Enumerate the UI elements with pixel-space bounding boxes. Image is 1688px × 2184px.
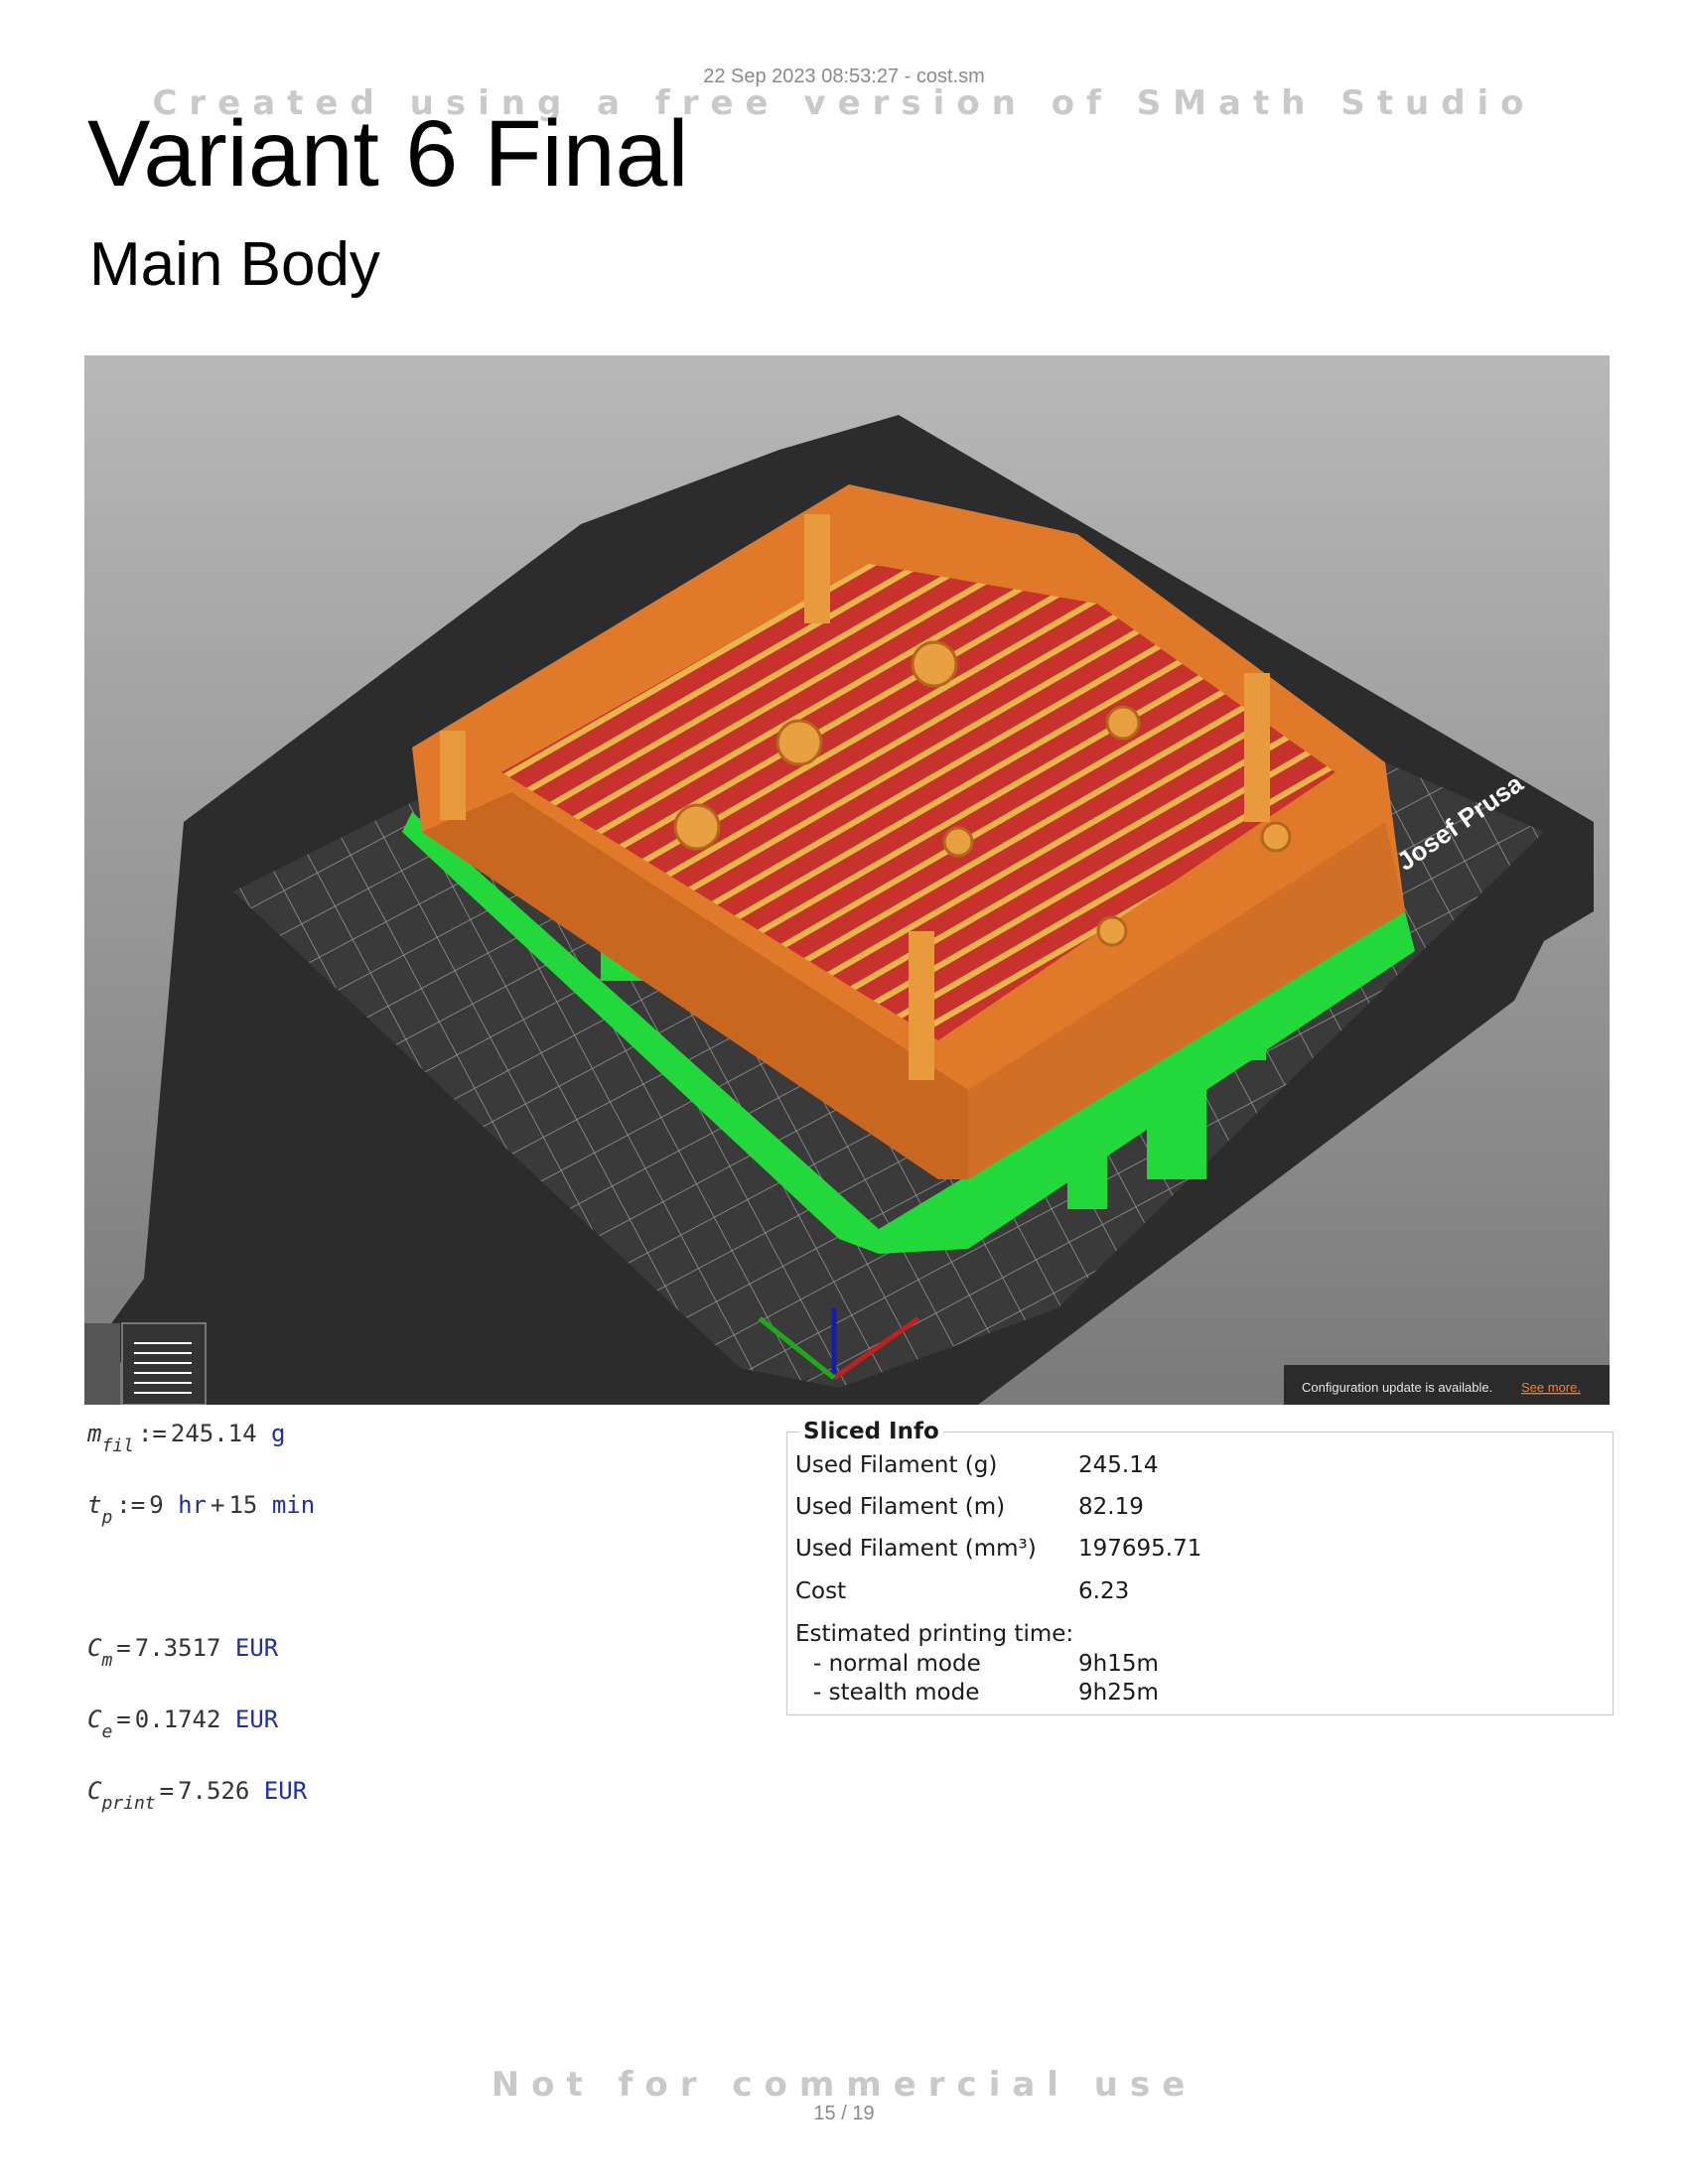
- value-minutes: 15: [228, 1491, 258, 1519]
- var-C: C: [87, 1706, 102, 1733]
- row-value: 9h15m: [1078, 1651, 1159, 1677]
- view-3d-button: [84, 1323, 120, 1405]
- var-C: C: [87, 1634, 102, 1662]
- page-title: Variant 6 Final: [87, 101, 689, 206]
- row-label: Used Filament (m): [795, 1494, 1006, 1520]
- notification-text: Configuration update is available.: [1302, 1380, 1492, 1395]
- unit: EUR: [234, 1634, 279, 1662]
- sub-e: e: [101, 1721, 113, 1742]
- mass-filament-definition: mfil:= 245.14 g: [87, 1420, 285, 1456]
- var-C: C: [87, 1777, 102, 1805]
- row-label: - normal mode: [813, 1651, 981, 1677]
- equals-operator: =: [116, 1634, 131, 1662]
- row-value: 82.19: [1078, 1494, 1144, 1520]
- sliced-info-panel: Sliced Info Used Filament (g) 245.14 Use…: [786, 1419, 1614, 1715]
- sliced-info-title: Sliced Info: [799, 1419, 943, 1444]
- assign-operator: :=: [137, 1420, 167, 1447]
- unit: EUR: [234, 1706, 279, 1733]
- row-label: - stealth mode: [813, 1680, 980, 1706]
- row-label: Used Filament (mm³): [795, 1536, 1037, 1562]
- unit: g: [271, 1420, 286, 1447]
- var-t: t: [87, 1491, 102, 1519]
- material-cost-result: Cm = 7.3517 EUR: [87, 1634, 278, 1671]
- equals-operator: =: [159, 1777, 175, 1805]
- plus-operator: +: [211, 1491, 225, 1519]
- equals-operator: =: [116, 1706, 131, 1733]
- energy-cost-result: Ce = 0.1742 EUR: [87, 1706, 278, 1742]
- slicer-preview-image: Josef Prusa Configuration update is avai…: [84, 355, 1610, 1405]
- value: 7.3517: [134, 1634, 221, 1662]
- unit-minutes: min: [271, 1491, 316, 1519]
- page-number: 15 / 19: [813, 2103, 875, 2124]
- notification-link: See more.: [1521, 1380, 1581, 1395]
- row-label: Estimated printing time:: [795, 1621, 1074, 1647]
- row-value: 197695.71: [1078, 1536, 1202, 1562]
- print-time-definition: tp:= 9 hr +15 min: [87, 1491, 315, 1528]
- row-value: 9h25m: [1078, 1680, 1159, 1706]
- unit: EUR: [263, 1777, 308, 1805]
- sub-p: p: [101, 1507, 113, 1528]
- sub-print: print: [101, 1793, 156, 1814]
- var-m: m: [87, 1420, 102, 1447]
- watermark-bottom: Not for commercial use: [491, 2065, 1197, 2105]
- row-label: Used Filament (g): [795, 1452, 998, 1478]
- value-hours: 9: [149, 1491, 164, 1519]
- print-cost-result: Cprint = 7.526 EUR: [87, 1777, 307, 1814]
- value: 245.14: [170, 1420, 257, 1447]
- row-label: Cost: [795, 1578, 847, 1604]
- section-subtitle: Main Body: [89, 230, 380, 299]
- sub-fil: fil: [101, 1435, 134, 1456]
- unit-hours: hr: [178, 1491, 208, 1519]
- sub-m: m: [101, 1650, 113, 1671]
- row-value: 245.14: [1078, 1452, 1159, 1478]
- row-value: 6.23: [1078, 1578, 1130, 1604]
- value: 7.526: [178, 1777, 250, 1805]
- assign-operator: :=: [116, 1491, 146, 1519]
- value: 0.1742: [134, 1706, 221, 1733]
